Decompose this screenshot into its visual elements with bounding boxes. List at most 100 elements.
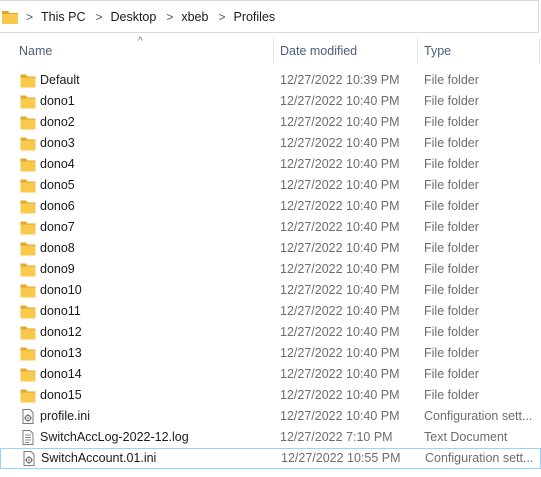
file-name[interactable]: dono3 <box>40 133 268 154</box>
file-row[interactable]: profile.ini 12/27/2022 10:40 PM Configurat… <box>0 406 541 427</box>
file-type: File folder <box>424 367 479 381</box>
file-name[interactable]: dono4 <box>40 154 268 175</box>
folder-icon <box>20 304 36 319</box>
folder-icon <box>20 262 36 277</box>
file-name[interactable]: dono10 <box>40 280 268 301</box>
column-header-name[interactable]: Name <box>19 34 52 64</box>
file-name[interactable]: dono6 <box>40 196 268 217</box>
settings-file-icon <box>21 451 37 466</box>
folder-row[interactable]: dono9 12/27/2022 10:40 PM File folder <box>0 259 541 280</box>
file-type: File folder <box>424 346 479 360</box>
date-modified: 12/27/2022 10:40 PM <box>280 94 400 108</box>
folder-row[interactable]: dono7 12/27/2022 10:40 PM File folder <box>0 217 541 238</box>
folder-icon <box>20 73 36 88</box>
breadcrumb-desktop[interactable]: Desktop <box>110 10 156 24</box>
file-row[interactable]: SwitchAccount.01.ini 12/27/2022 10:55 PM C… <box>0 448 541 469</box>
folder-row[interactable]: dono10 12/27/2022 10:40 PM File folder <box>0 280 541 301</box>
file-name[interactable]: Default <box>40 70 268 91</box>
file-type: File folder <box>424 157 479 171</box>
file-type: File folder <box>424 73 479 87</box>
file-name[interactable]: SwitchAccLog-2022-12.log <box>40 427 268 448</box>
folder-icon <box>20 199 36 214</box>
file-name[interactable]: dono2 <box>40 112 268 133</box>
date-modified: 12/27/2022 10:40 PM <box>280 367 400 381</box>
breadcrumb-chevron-icon[interactable]: > <box>218 10 225 24</box>
file-type: Configuration sett... <box>424 409 533 423</box>
folder-row[interactable]: Default 12/27/2022 10:39 PM File folder <box>0 70 541 91</box>
file-type: Configuration sett... <box>425 451 534 465</box>
folder-row[interactable]: dono3 12/27/2022 10:40 PM File folder <box>0 133 541 154</box>
file-type: File folder <box>424 388 479 402</box>
file-type: File folder <box>424 304 479 318</box>
file-type: File folder <box>424 241 479 255</box>
file-name[interactable]: dono11 <box>40 301 268 322</box>
file-name[interactable]: dono9 <box>40 259 268 280</box>
folder-icon <box>20 367 36 382</box>
column-divider[interactable] <box>417 38 418 64</box>
breadcrumb-xbeb[interactable]: xbeb <box>181 10 208 24</box>
folder-icon <box>20 94 36 109</box>
file-type: File folder <box>424 262 479 276</box>
breadcrumb-profiles[interactable]: Profiles <box>233 10 275 24</box>
date-modified: 12/27/2022 10:39 PM <box>280 73 400 87</box>
column-header-date-modified[interactable]: Date modified <box>280 34 357 64</box>
file-type: File folder <box>424 94 479 108</box>
folder-icon <box>20 346 36 361</box>
file-type: File folder <box>424 325 479 339</box>
column-header-type[interactable]: Type <box>424 34 451 64</box>
folder-icon <box>20 388 36 403</box>
folder-row[interactable]: dono2 12/27/2022 10:40 PM File folder <box>0 112 541 133</box>
folder-icon <box>20 325 36 340</box>
file-name[interactable]: dono12 <box>40 322 268 343</box>
file-type: File folder <box>424 178 479 192</box>
breadcrumb-chevron-icon[interactable]: > <box>95 10 102 24</box>
file-row[interactable]: SwitchAccLog-2022-12.log 12/27/2022 7:10 … <box>0 427 541 448</box>
date-modified: 12/27/2022 10:40 PM <box>280 346 400 360</box>
date-modified: 12/27/2022 10:55 PM <box>281 451 401 465</box>
date-modified: 12/27/2022 7:10 PM <box>280 430 393 444</box>
folder-row[interactable]: dono4 12/27/2022 10:40 PM File folder <box>0 154 541 175</box>
sort-ascending-icon: ^ <box>138 36 143 47</box>
folder-row[interactable]: dono6 12/27/2022 10:40 PM File folder <box>0 196 541 217</box>
folder-icon <box>20 157 36 172</box>
file-name[interactable]: dono8 <box>40 238 268 259</box>
file-type: File folder <box>424 220 479 234</box>
folder-row[interactable]: dono8 12/27/2022 10:40 PM File folder <box>0 238 541 259</box>
column-divider[interactable] <box>539 38 540 64</box>
folder-row[interactable]: dono12 12/27/2022 10:40 PM File folder <box>0 322 541 343</box>
file-list: Default 12/27/2022 10:39 PM File folder don… <box>0 70 541 469</box>
date-modified: 12/27/2022 10:40 PM <box>280 304 400 318</box>
folder-icon <box>20 283 36 298</box>
address-bar[interactable]: > This PC > Desktop > xbeb > Profiles <box>0 0 539 33</box>
file-name[interactable]: SwitchAccount.01.ini <box>41 449 269 468</box>
breadcrumb-this-pc[interactable]: This PC <box>41 10 85 24</box>
folder-row[interactable]: dono14 12/27/2022 10:40 PM File folder <box>0 364 541 385</box>
folder-row[interactable]: dono13 12/27/2022 10:40 PM File folder <box>0 343 541 364</box>
breadcrumb-chevron-icon[interactable]: > <box>26 10 33 24</box>
file-name[interactable]: dono1 <box>40 91 268 112</box>
date-modified: 12/27/2022 10:40 PM <box>280 262 400 276</box>
file-name[interactable]: dono5 <box>40 175 268 196</box>
date-modified: 12/27/2022 10:40 PM <box>280 220 400 234</box>
date-modified: 12/27/2022 10:40 PM <box>280 157 400 171</box>
file-name[interactable]: dono14 <box>40 364 268 385</box>
file-name[interactable]: dono7 <box>40 217 268 238</box>
column-divider[interactable] <box>273 38 274 64</box>
folder-row[interactable]: dono5 12/27/2022 10:40 PM File folder <box>0 175 541 196</box>
date-modified: 12/27/2022 10:40 PM <box>280 136 400 150</box>
folder-row[interactable]: dono15 12/27/2022 10:40 PM File folder <box>0 385 541 406</box>
date-modified: 12/27/2022 10:40 PM <box>280 325 400 339</box>
file-name[interactable]: dono13 <box>40 343 268 364</box>
folder-row[interactable]: dono1 12/27/2022 10:40 PM File folder <box>0 91 541 112</box>
folder-icon <box>20 241 36 256</box>
date-modified: 12/27/2022 10:40 PM <box>280 199 400 213</box>
file-name[interactable]: profile.ini <box>40 406 268 427</box>
folder-icon <box>20 136 36 151</box>
file-explorer-window: > This PC > Desktop > xbeb > Profiles ^ … <box>0 0 541 477</box>
text-file-icon <box>20 430 36 445</box>
file-type: File folder <box>424 199 479 213</box>
file-name[interactable]: dono15 <box>40 385 268 406</box>
folder-row[interactable]: dono11 12/27/2022 10:40 PM File folder <box>0 301 541 322</box>
date-modified: 12/27/2022 10:40 PM <box>280 241 400 255</box>
breadcrumb-chevron-icon[interactable]: > <box>166 10 173 24</box>
